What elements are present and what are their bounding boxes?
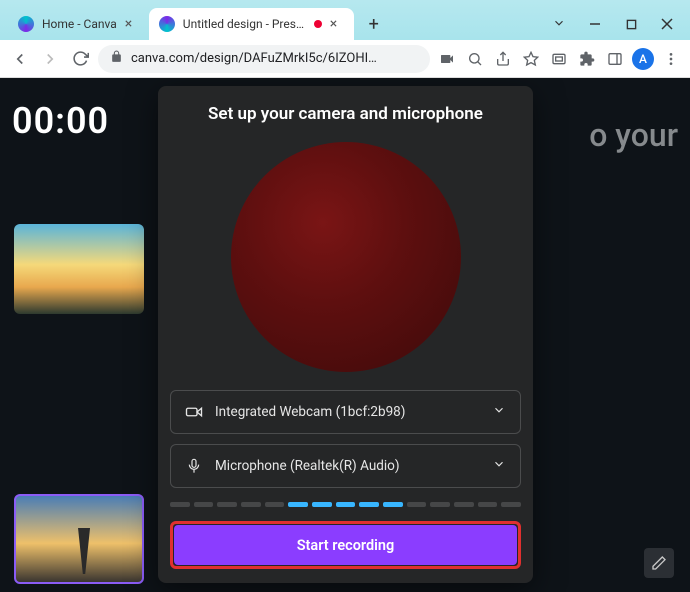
- microphone-select[interactable]: Microphone (Realtek(R) Audio): [170, 444, 521, 488]
- meter-segment: [336, 502, 356, 507]
- tab-title: Home - Canva: [42, 17, 117, 31]
- start-recording-button[interactable]: Start recording: [174, 525, 517, 565]
- recording-setup-modal: Set up your camera and microphone Integr…: [158, 86, 533, 583]
- meter-segment: [170, 502, 190, 507]
- back-button[interactable]: [8, 47, 32, 71]
- meter-segment: [265, 502, 285, 507]
- recording-indicator-icon: [314, 20, 322, 28]
- minimize-button[interactable]: [586, 16, 604, 34]
- tab-home-canva[interactable]: Home - Canva ×: [8, 8, 149, 40]
- slide-thumbnail-1[interactable]: [14, 224, 144, 314]
- meter-segment: [407, 502, 427, 507]
- reload-button[interactable]: [68, 47, 92, 71]
- window-titlebar: Home - Canva × Untitled design - Presen …: [0, 0, 690, 40]
- bookmark-icon[interactable]: [520, 48, 542, 70]
- meter-segment: [241, 502, 261, 507]
- address-bar[interactable]: canva.com/design/DAFuZMrkI5c/6IZOHI…: [98, 45, 430, 73]
- page-content: 00:00 o your Set up your camera and micr…: [0, 78, 690, 592]
- meter-segment: [194, 502, 214, 507]
- slide-thumbnail-2[interactable]: [14, 494, 144, 584]
- audio-level-meter: [170, 502, 521, 507]
- tab-untitled-design[interactable]: Untitled design - Presen ×: [149, 8, 354, 40]
- profile-initial: A: [639, 52, 647, 66]
- lock-icon: [110, 50, 123, 67]
- background-slide-text: o your: [589, 116, 678, 154]
- modal-title: Set up your camera and microphone: [208, 104, 483, 124]
- meter-segment: [359, 502, 379, 507]
- meter-segment: [478, 502, 498, 507]
- chevron-down-icon[interactable]: [550, 16, 568, 34]
- zoom-icon[interactable]: [464, 48, 486, 70]
- camera-label: Integrated Webcam (1bcf:2b98): [215, 404, 480, 420]
- maximize-button[interactable]: [622, 16, 640, 34]
- sidepanel-icon[interactable]: [604, 48, 626, 70]
- camera-select[interactable]: Integrated Webcam (1bcf:2b98): [170, 390, 521, 434]
- meter-segment: [288, 502, 308, 507]
- meter-segment: [217, 502, 237, 507]
- tab-overview-icon[interactable]: [548, 48, 570, 70]
- meter-segment: [430, 502, 450, 507]
- camera-icon: [185, 403, 203, 421]
- microphone-label: Microphone (Realtek(R) Audio): [215, 458, 480, 474]
- tab-strip: Home - Canva × Untitled design - Presen …: [8, 0, 388, 40]
- profile-avatar[interactable]: A: [632, 48, 654, 70]
- camera-indicator-icon[interactable]: [436, 48, 458, 70]
- extensions-icon[interactable]: [576, 48, 598, 70]
- meter-segment: [454, 502, 474, 507]
- share-icon[interactable]: [492, 48, 514, 70]
- meter-segment: [383, 502, 403, 507]
- new-tab-button[interactable]: +: [360, 10, 388, 38]
- browser-toolbar: canva.com/design/DAFuZMrkI5c/6IZOHI… A: [0, 40, 690, 78]
- close-icon[interactable]: ×: [330, 17, 344, 31]
- canva-favicon: [18, 16, 34, 32]
- camera-preview: [231, 142, 461, 372]
- edit-button[interactable]: [644, 548, 674, 578]
- chevron-down-icon: [492, 457, 506, 475]
- timer-display: 00:00: [12, 100, 109, 142]
- meter-segment: [501, 502, 521, 507]
- menu-icon[interactable]: [660, 48, 682, 70]
- start-recording-highlight: Start recording: [170, 521, 521, 569]
- meter-segment: [312, 502, 332, 507]
- chevron-down-icon: [492, 403, 506, 421]
- window-controls: [550, 16, 684, 40]
- canva-favicon: [159, 16, 175, 32]
- close-icon[interactable]: ×: [125, 17, 139, 31]
- microphone-icon: [185, 458, 203, 474]
- forward-button[interactable]: [38, 47, 62, 71]
- url-text: canva.com/design/DAFuZMrkI5c/6IZOHI…: [131, 51, 418, 66]
- tab-title: Untitled design - Presen: [183, 17, 306, 31]
- close-window-button[interactable]: [658, 16, 676, 34]
